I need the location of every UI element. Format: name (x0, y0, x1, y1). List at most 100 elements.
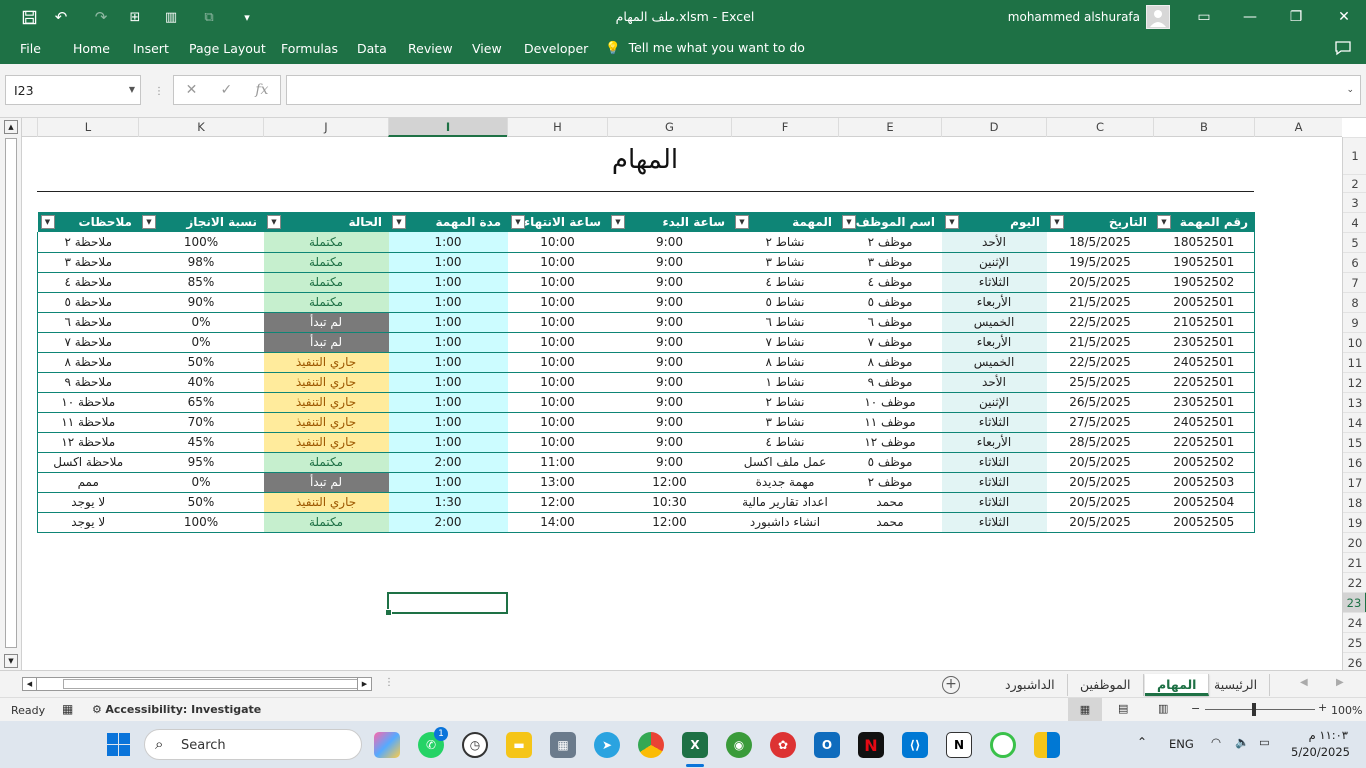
row-header-4[interactable]: 4 (1343, 212, 1366, 232)
app-icon[interactable] (1034, 732, 1060, 758)
table-cell[interactable]: موظف ٩ (838, 372, 942, 393)
table-cell[interactable]: 95% (138, 452, 264, 473)
tab-review[interactable]: Review (408, 41, 453, 56)
tab-page-layout[interactable]: Page Layout (189, 41, 266, 56)
table-cell[interactable]: 98% (138, 252, 264, 273)
table-cell[interactable]: موظف ١٠ (838, 392, 942, 413)
table-cell[interactable]: جاري التنفيذ (263, 392, 389, 413)
table-cell[interactable]: لا يوجد (37, 512, 139, 533)
table-cell[interactable]: 9:00 (607, 392, 732, 413)
table-cell[interactable]: جاري التنفيذ (263, 372, 389, 393)
table-cell[interactable]: 1:30 (388, 492, 508, 513)
table-cell[interactable]: الأربعاء (941, 332, 1047, 353)
column-header-a[interactable]: A (1254, 118, 1342, 137)
filter-dropdown-icon[interactable]: ▼ (267, 215, 281, 229)
column-header-l[interactable]: L (37, 118, 138, 137)
notion-icon[interactable]: N (946, 732, 972, 758)
table-cell[interactable]: 28/5/2025 (1046, 432, 1154, 453)
avatar[interactable] (1146, 5, 1170, 29)
table-cell[interactable]: لم تبدأ (263, 472, 389, 493)
table-cell[interactable]: 22/5/2025 (1046, 352, 1154, 373)
column-header-e[interactable]: E (838, 118, 941, 137)
table-cell[interactable]: جاري التنفيذ (263, 432, 389, 453)
tab-view[interactable]: View (472, 41, 502, 56)
table-cell[interactable]: نشاط ٤ (731, 432, 839, 453)
table-cell[interactable]: 19052502 (1153, 272, 1255, 293)
table-cell[interactable]: 26/5/2025 (1046, 392, 1154, 413)
tray-overflow-icon[interactable]: ⌃ (1137, 735, 1147, 749)
table-header[interactable]: ▼ مدة المهمة (388, 212, 508, 232)
table-cell[interactable]: مكتملة (263, 452, 389, 473)
volume-icon[interactable]: 🔈 (1235, 735, 1249, 749)
table-cell[interactable]: ملاحظة ٦ (37, 312, 139, 333)
zoom-slider-thumb[interactable] (1252, 703, 1256, 716)
table-cell[interactable]: الإثنين (941, 392, 1047, 413)
table-cell[interactable]: 10:00 (507, 352, 608, 373)
row-header-9[interactable]: 9 (1343, 312, 1366, 332)
table-cell[interactable]: 65% (138, 392, 264, 413)
table-cell[interactable]: 85% (138, 272, 264, 293)
table-cell[interactable]: مكتملة (263, 512, 389, 533)
table-cell[interactable]: 13:00 (507, 472, 608, 493)
excel-icon[interactable]: X (682, 732, 708, 758)
row-header-2[interactable]: 2 (1343, 174, 1366, 192)
enter-icon[interactable]: ✓ (220, 82, 232, 98)
table-cell[interactable]: نشاط ٨ (731, 352, 839, 373)
formula-input[interactable]: ⌄ (286, 75, 1361, 105)
table-cell[interactable]: ملاحظة ٩ (37, 372, 139, 393)
macro-record-icon[interactable]: ▦ (62, 702, 73, 716)
table-cell[interactable]: 9:00 (607, 372, 732, 393)
user-name[interactable]: mohammed alshurafa (980, 10, 1140, 24)
table-cell[interactable]: 10:30 (607, 492, 732, 513)
table-cell[interactable]: الثلاثاء (941, 272, 1047, 293)
language-indicator[interactable]: ENG (1169, 737, 1194, 751)
table-cell[interactable]: 100% (138, 232, 264, 253)
tab-formulas[interactable]: Formulas (281, 41, 338, 56)
table-cell[interactable]: موظف ٦ (838, 312, 942, 333)
table-cell[interactable]: 20052501 (1153, 292, 1255, 313)
table-cell[interactable]: 20/5/2025 (1046, 492, 1154, 513)
table-cell[interactable]: 20/5/2025 (1046, 452, 1154, 473)
table-cell[interactable]: الخميس (941, 352, 1047, 373)
filter-dropdown-icon[interactable]: ▼ (1157, 215, 1171, 229)
row-header-14[interactable]: 14 (1343, 412, 1366, 432)
table-cell[interactable]: 10:00 (507, 232, 608, 253)
column-header-d[interactable]: D (941, 118, 1046, 137)
row-header-6[interactable]: 6 (1343, 252, 1366, 272)
sheet-tab-home[interactable]: الرئيسية (1202, 674, 1271, 696)
windows-start-icon[interactable] (107, 733, 130, 756)
table-cell[interactable]: ملاحظة ٢ (37, 232, 139, 253)
add-sheet-button[interactable]: + (942, 676, 960, 694)
table-cell[interactable]: 22/5/2025 (1046, 312, 1154, 333)
row-header-10[interactable]: 10 (1343, 332, 1366, 352)
table-cell[interactable]: 20052505 (1153, 512, 1255, 533)
more-options-icon[interactable]: ⋮ (154, 86, 164, 97)
undo-icon[interactable]: ↶ (48, 5, 74, 29)
sheet-tab-tasks[interactable]: المهام (1145, 674, 1210, 696)
network-app-icon[interactable]: ◉ (726, 732, 752, 758)
table-cell[interactable]: 9:00 (607, 412, 732, 433)
table-cell[interactable]: موظف ١٢ (838, 432, 942, 453)
filter-dropdown-icon[interactable]: ▼ (392, 215, 406, 229)
table-cell[interactable]: موظف ٢ (838, 472, 942, 493)
freeze-panes-icon[interactable]: ▥ (158, 5, 184, 29)
scroll-thumb[interactable] (5, 138, 17, 648)
table-cell[interactable]: 9:00 (607, 352, 732, 373)
row-header-8[interactable]: 8 (1343, 292, 1366, 312)
table-cell[interactable]: 9:00 (607, 432, 732, 453)
table-cell[interactable]: 1:00 (388, 292, 508, 313)
filter-dropdown-icon[interactable]: ▼ (735, 215, 749, 229)
table-cell[interactable]: موظف ٤ (838, 272, 942, 293)
table-cell[interactable]: موظف ٨ (838, 352, 942, 373)
table-cell[interactable]: 10:00 (507, 412, 608, 433)
row-header-25[interactable]: 25 (1343, 632, 1366, 652)
table-cell[interactable]: 9:00 (607, 312, 732, 333)
taskbar-search[interactable]: ⌕ Search (144, 729, 362, 760)
table-cell[interactable]: الأربعاء (941, 292, 1047, 313)
table-cell[interactable]: موظف ٥ (838, 292, 942, 313)
tab-home[interactable]: Home (73, 41, 110, 56)
row-header-23[interactable]: 23 (1343, 592, 1366, 612)
table-cell[interactable]: 23052501 (1153, 392, 1255, 413)
table-cell[interactable]: 20052502 (1153, 452, 1255, 473)
row-header-18[interactable]: 18 (1343, 492, 1366, 512)
